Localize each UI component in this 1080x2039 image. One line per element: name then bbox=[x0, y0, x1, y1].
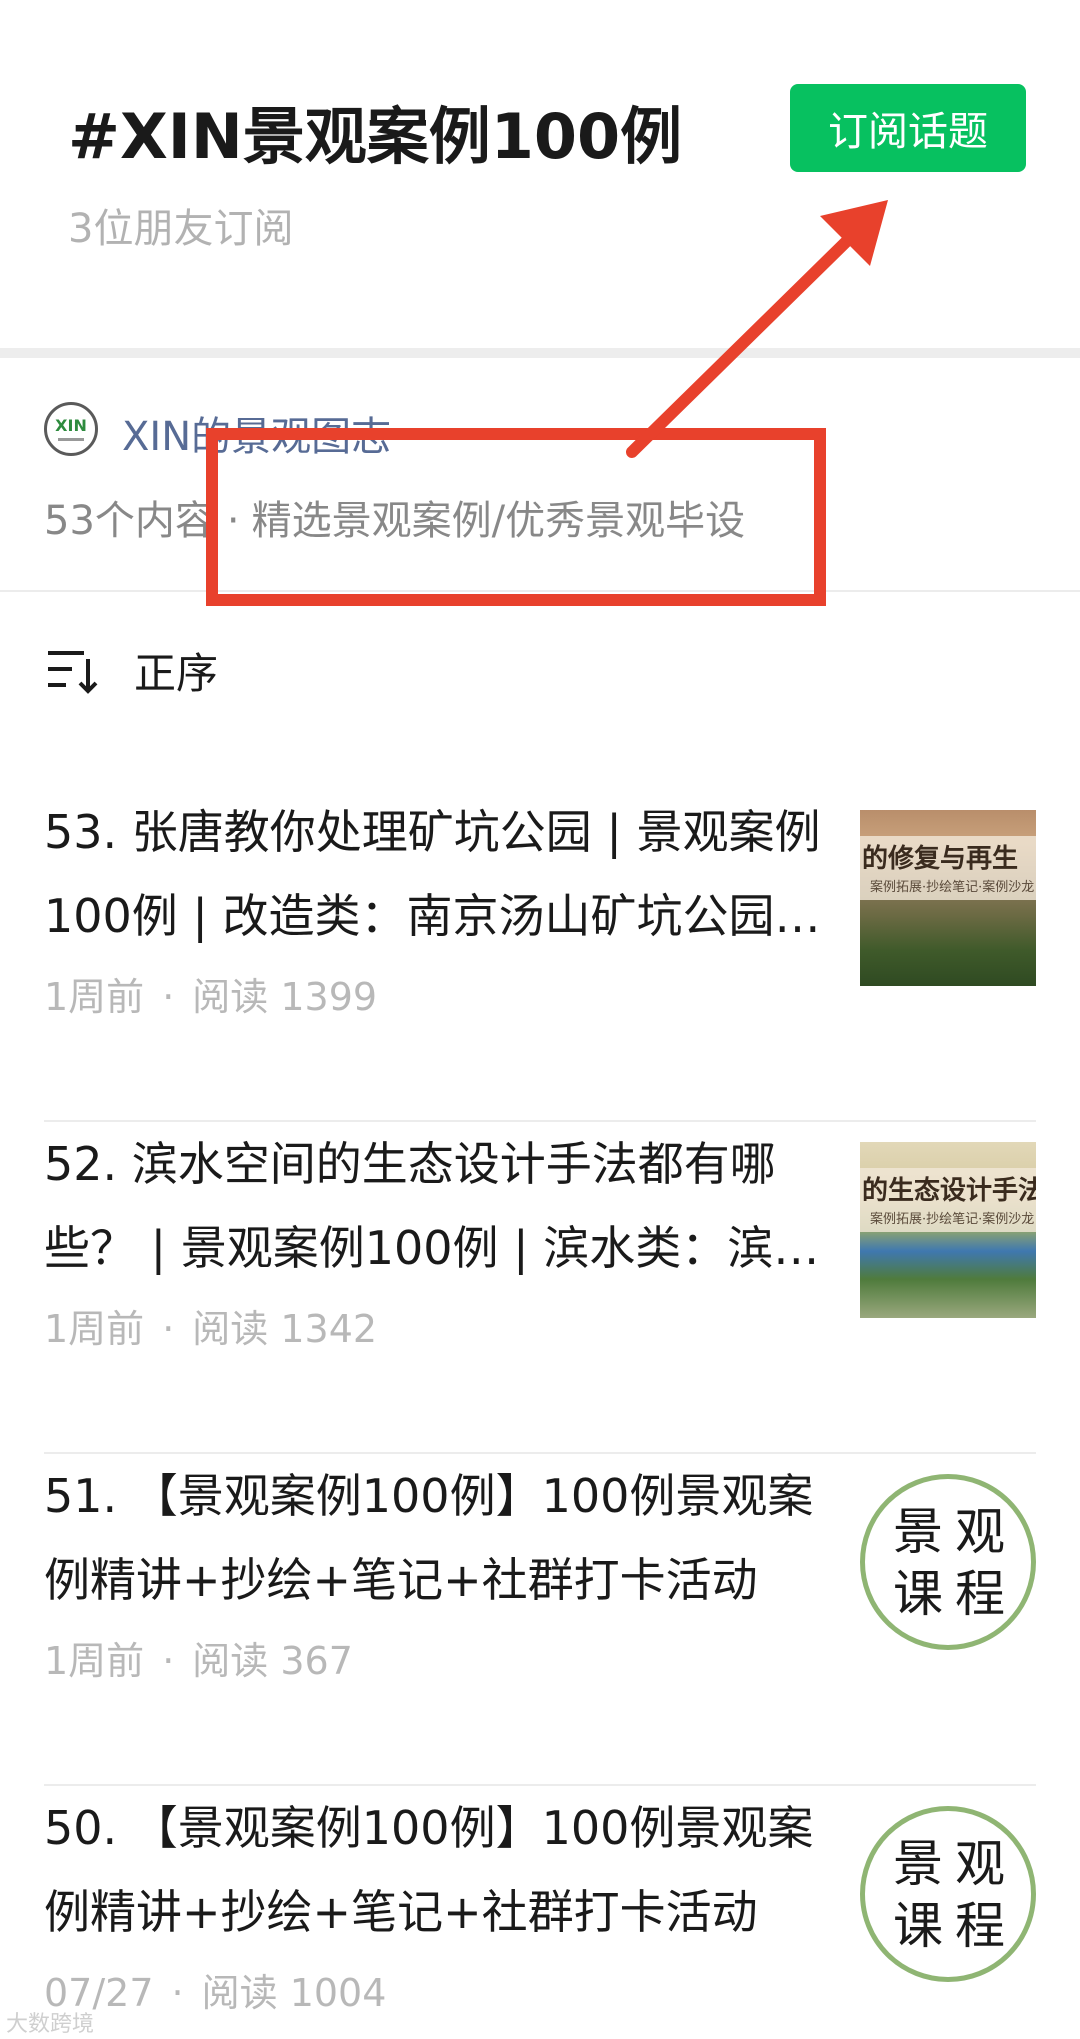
article-meta: 1周前 · 阅读 1342 bbox=[44, 1298, 377, 1353]
annotation-highlight-box bbox=[206, 428, 826, 606]
account-logo-text: XIN bbox=[55, 415, 87, 435]
article-meta: 1周前 · 阅读 367 bbox=[44, 1630, 353, 1685]
badge-char: 程 bbox=[955, 1565, 1005, 1623]
thumbnail-caption: 的修复与再生 bbox=[862, 844, 1019, 874]
article-title[interactable]: 50. 【景观案例100例】100例景观案例精讲+抄绘+笔记+社群打卡活动 bbox=[44, 1786, 824, 1954]
article-meta: 1周前 · 阅读 1399 bbox=[44, 966, 377, 1021]
thumbnail-subcaption: 案例拓展·抄绘笔记·案例沙龙 bbox=[870, 1212, 1035, 1227]
article-title[interactable]: 53. 张唐教你处理矿坑公园 | 景观案例100例 | 改造类：南京汤山矿坑公园… bbox=[44, 790, 824, 958]
meta-dot: · bbox=[171, 1971, 184, 2015]
badge-char: 观 bbox=[955, 1835, 1005, 1893]
topic-header: #XIN景观案例100例 3位朋友订阅 订阅话题 bbox=[0, 0, 1080, 348]
subscriber-count: 3位朋友订阅 bbox=[68, 206, 294, 252]
article-thumbnail[interactable]: 的生态设计手法 案例拓展·抄绘笔记·案例沙龙 bbox=[860, 1142, 1036, 1318]
article-title[interactable]: 52. 滨水空间的生态设计手法都有哪些？ | 景观案例100例 | 滨水类：滨水… bbox=[44, 1122, 824, 1290]
article-reads: 阅读 1004 bbox=[201, 1971, 387, 2015]
article-item[interactable]: 53. 张唐教你处理矿坑公园 | 景观案例100例 | 改造类：南京汤山矿坑公园… bbox=[44, 790, 1036, 1122]
article-item[interactable]: 52. 滨水空间的生态设计手法都有哪些？ | 景观案例100例 | 滨水类：滨水… bbox=[44, 1122, 1036, 1454]
article-meta: 07/27 · 阅读 1004 bbox=[44, 1962, 386, 2017]
course-badge-thumbnail[interactable]: 景 观 课 程 bbox=[860, 1806, 1036, 1982]
badge-char: 观 bbox=[955, 1503, 1005, 1561]
article-item[interactable]: 50. 【景观案例100例】100例景观案例精讲+抄绘+笔记+社群打卡活动 07… bbox=[44, 1786, 1036, 2039]
article-thumbnail[interactable]: 的修复与再生 案例拓展·抄绘笔记·案例沙龙 bbox=[860, 810, 1036, 986]
badge-char: 课 bbox=[893, 1565, 943, 1623]
meta-dot: · bbox=[162, 975, 175, 1019]
topic-title: #XIN景观案例100例 bbox=[68, 100, 683, 173]
article-time: 1周前 bbox=[44, 975, 145, 1019]
badge-char: 程 bbox=[955, 1897, 1005, 1955]
meta-dot: · bbox=[162, 1639, 175, 1683]
meta-dot: · bbox=[162, 1307, 175, 1351]
thumbnail-caption: 的生态设计手法 bbox=[862, 1176, 1036, 1206]
thumbnail-subcaption: 案例拓展·抄绘笔记·案例沙龙 bbox=[870, 880, 1035, 895]
sort-label: 正序 bbox=[134, 648, 219, 698]
article-item[interactable]: 51. 【景观案例100例】100例景观案例精讲+抄绘+笔记+社群打卡活动 1周… bbox=[44, 1454, 1036, 1786]
badge-char: 景 bbox=[893, 1835, 943, 1893]
article-reads: 阅读 367 bbox=[192, 1639, 353, 1683]
account-logo-underline bbox=[58, 437, 84, 441]
article-reads: 阅读 1342 bbox=[192, 1307, 378, 1351]
badge-char: 课 bbox=[893, 1897, 943, 1955]
article-time: 1周前 bbox=[44, 1639, 145, 1683]
article-time: 1周前 bbox=[44, 1307, 145, 1351]
sort-toggle[interactable]: 正序 bbox=[44, 640, 218, 700]
section-divider bbox=[0, 348, 1080, 358]
badge-char: 景 bbox=[893, 1503, 943, 1561]
subscribe-topic-button[interactable]: 订阅话题 bbox=[790, 84, 1026, 172]
account-logo[interactable]: XIN bbox=[44, 402, 98, 456]
watermark: 大数跨境 bbox=[6, 2012, 95, 2037]
article-title[interactable]: 51. 【景观案例100例】100例景观案例精讲+抄绘+笔记+社群打卡活动 bbox=[44, 1454, 824, 1622]
content-count: 53个内容 bbox=[44, 498, 215, 544]
article-reads: 阅读 1399 bbox=[192, 975, 378, 1019]
sort-ascending-icon bbox=[48, 651, 98, 694]
course-badge-thumbnail[interactable]: 景 观 课 程 bbox=[860, 1474, 1036, 1650]
